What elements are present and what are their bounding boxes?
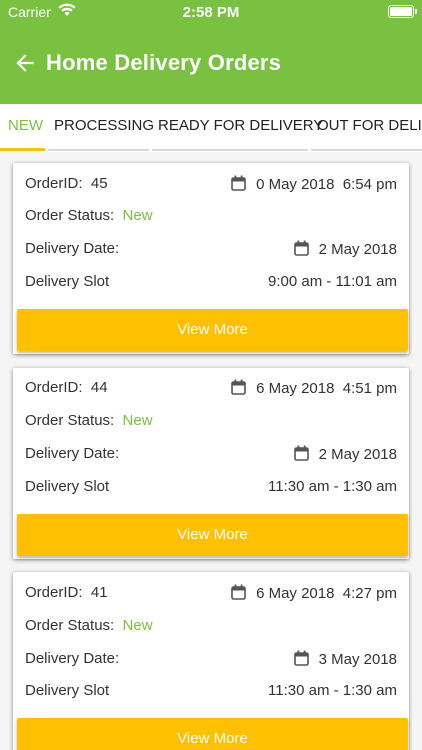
status-bar: Carrier 2:58 PM (0, 0, 422, 24)
order-id-value: 45 (90, 175, 108, 192)
delivery-date-value: 3 May 2018 (318, 651, 397, 668)
calendar-icon (293, 445, 309, 461)
order-id-label: OrderID: (25, 379, 83, 396)
delivery-date-label: Delivery Date: (25, 445, 120, 462)
order-id-label: OrderID: (25, 584, 83, 601)
delivery-date-label: Delivery Date: (25, 240, 120, 257)
calendar-icon (293, 650, 309, 666)
order-card: OrderID: 41 6 May 2018 4:27 pm Order Sta… (13, 572, 409, 750)
calendar-icon (293, 240, 309, 256)
battery-icon (388, 5, 417, 18)
order-status-label: Order Status: (25, 412, 115, 429)
order-status-value: New (122, 412, 153, 429)
order-id-value: 41 (90, 584, 108, 601)
tab-ready-for-delivery[interactable]: READY FOR DELIVERY (158, 104, 323, 152)
order-status-label: Order Status: (25, 207, 115, 224)
order-created-datetime: 0 May 2018 6:54 pm (256, 176, 397, 193)
order-card: OrderID: 45 0 May 2018 6:54 pm Order Sta… (13, 163, 409, 354)
view-more-button[interactable]: View More (17, 718, 408, 750)
tab-divider (311, 149, 422, 151)
calendar-icon (231, 584, 246, 600)
delivery-date-value: 2 May 2018 (318, 446, 397, 463)
order-id-value: 44 (90, 379, 108, 396)
order-created-datetime: 6 May 2018 4:51 pm (256, 380, 397, 397)
clock: 2:58 PM (182, 4, 240, 21)
order-list[interactable]: OrderID: 45 0 May 2018 6:54 pm Order Sta… (0, 152, 422, 750)
order-status-value: New (122, 207, 153, 224)
delivery-slot-label: Delivery Slot (25, 273, 110, 290)
delivery-slot-value: 11:30 am - 1:30 am (268, 682, 397, 699)
page-title: Home Delivery Orders (46, 50, 282, 75)
order-card: OrderID: 44 6 May 2018 4:51 pm Order Sta… (13, 368, 409, 559)
order-tabs: NEW PROCESSING READY FOR DELIVERY OUT FO… (0, 104, 422, 152)
order-created-datetime: 6 May 2018 4:27 pm (256, 585, 397, 602)
view-more-button[interactable]: View More (17, 514, 408, 556)
delivery-date-value: 2 May 2018 (318, 241, 397, 258)
tab-out-for-delivery[interactable]: OUT FOR DELIVERY (317, 104, 422, 152)
active-tab-indicator (0, 148, 45, 151)
delivery-slot-label: Delivery Slot (25, 478, 110, 495)
order-id-label: OrderID: (25, 175, 83, 192)
calendar-icon (231, 175, 246, 191)
order-status-value: New (122, 617, 153, 634)
app-header: Carrier 2:58 PM Home Delivery Orders (0, 0, 422, 104)
delivery-slot-value: 11:30 am - 1:30 am (268, 478, 397, 495)
tab-divider (48, 149, 149, 151)
delivery-date-label: Delivery Date: (25, 650, 120, 667)
calendar-icon (231, 379, 246, 395)
delivery-slot-value: 9:00 am - 11:01 am (268, 273, 397, 290)
tab-processing[interactable]: PROCESSING (54, 104, 154, 152)
view-more-button[interactable]: View More (17, 309, 408, 351)
order-status-label: Order Status: (25, 617, 115, 634)
tab-divider (152, 149, 308, 151)
tab-new[interactable]: NEW (8, 104, 43, 152)
back-arrow-icon[interactable] (12, 50, 38, 76)
delivery-slot-label: Delivery Slot (25, 682, 110, 699)
